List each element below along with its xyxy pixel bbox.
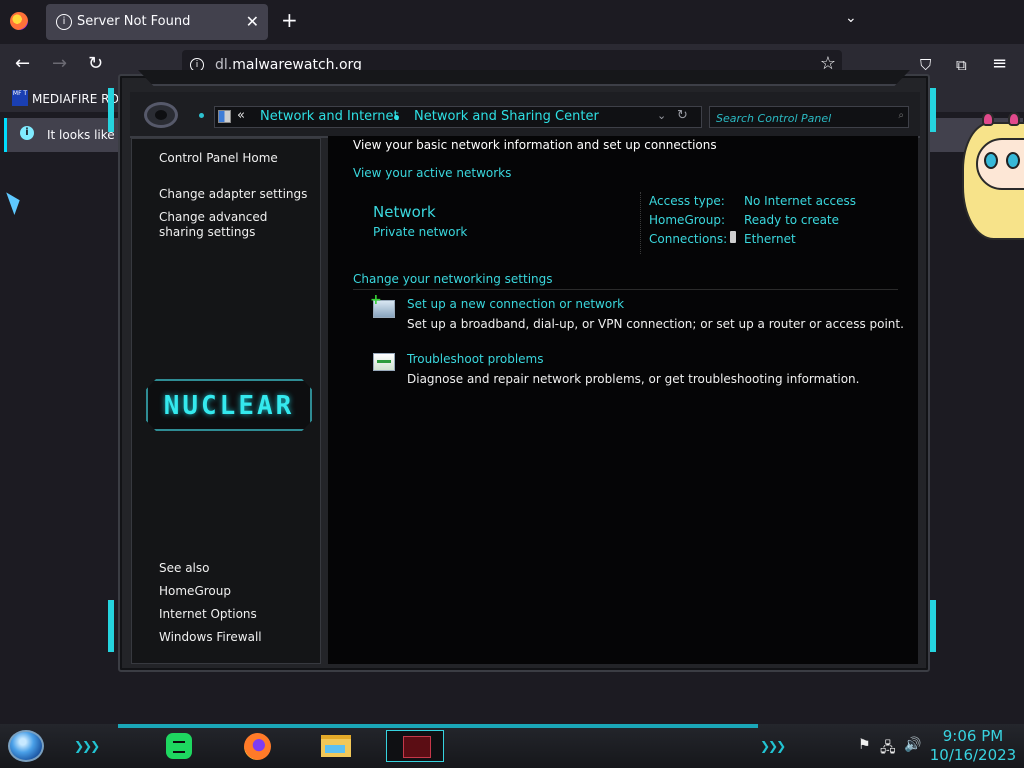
- sticker-eye: [984, 152, 998, 169]
- control-panel-icon: [218, 110, 231, 123]
- network-type-link[interactable]: Private network: [373, 225, 467, 239]
- folder-icon: [321, 735, 351, 757]
- sticker-horn: [1008, 112, 1020, 126]
- firefox-view-icon[interactable]: [10, 12, 28, 30]
- close-tab-icon[interactable]: ✕: [246, 12, 259, 31]
- nuclear-logo-text: NUCLEAR: [163, 391, 295, 421]
- tab-title: Server Not Found: [77, 14, 191, 29]
- breadcrumb-network-and-internet[interactable]: Network and Internet: [260, 109, 399, 124]
- troubleshoot-description: Diagnose and repair network problems, or…: [407, 372, 860, 386]
- back-forward-orb-icon[interactable]: [144, 102, 178, 128]
- active-networks-heading: View your active networks: [353, 166, 512, 180]
- taskbar-chevron-deco-icon: ❯❯❯: [760, 739, 786, 753]
- cursor-icon: [6, 189, 24, 215]
- reload-button[interactable]: ↻: [88, 55, 103, 73]
- page-title: View your basic network information and …: [353, 138, 717, 152]
- connections-label: Connections:: [649, 232, 728, 246]
- setup-connection-description: Set up a broadband, dial-up, or VPN conn…: [407, 317, 904, 331]
- divider: [640, 192, 642, 254]
- see-also-internet-options[interactable]: Internet Options: [159, 607, 309, 622]
- new-connection-icon: [370, 292, 395, 318]
- extensions-icon[interactable]: ⧉: [956, 56, 967, 74]
- see-also-windows-firewall[interactable]: Windows Firewall: [159, 630, 309, 645]
- breadcrumb-separator-icon[interactable]: [394, 115, 399, 120]
- search-input[interactable]: [710, 107, 898, 129]
- nav-control-panel-home[interactable]: Control Panel Home: [159, 151, 309, 166]
- homegroup-label: HomeGroup:: [649, 213, 726, 227]
- breadcrumb-network-and-sharing-center[interactable]: Network and Sharing Center: [414, 109, 599, 124]
- ethernet-icon: [730, 231, 736, 243]
- troubleshoot-link[interactable]: Troubleshoot problems: [407, 352, 543, 366]
- access-type-value: No Internet access: [744, 194, 857, 208]
- clock-time[interactable]: 9:06 PM: [931, 727, 1015, 745]
- address-dropdown-icon[interactable]: ⌄: [657, 109, 666, 122]
- menu-icon[interactable]: ≡: [992, 55, 1007, 73]
- search-box[interactable]: ⌕: [709, 106, 909, 129]
- nav-change-adapter-settings[interactable]: Change adapter settings: [159, 187, 309, 202]
- window-top-edge[interactable]: [138, 70, 910, 86]
- window-thumbnail-icon: [403, 736, 431, 758]
- network-name: Network: [373, 203, 436, 221]
- frame-deco-left-bottom: [108, 600, 114, 652]
- frame-deco-right-top: [930, 88, 936, 132]
- tab-server-not-found[interactable]: i Server Not Found ✕: [46, 4, 268, 40]
- sticker-horn: [982, 112, 994, 126]
- list-all-tabs-button[interactable]: ⌄: [845, 10, 857, 26]
- clock-date[interactable]: 10/16/2023: [928, 746, 1018, 764]
- frame-deco-right-bottom: [930, 600, 936, 652]
- homegroup-value-link[interactable]: Ready to create: [744, 213, 839, 227]
- access-type-label: Access type:: [649, 194, 725, 208]
- nuclear-logo: NUCLEAR: [146, 379, 312, 431]
- start-button[interactable]: [8, 730, 44, 762]
- nav-change-advanced-sharing-settings[interactable]: Change advanced sharing settings: [159, 210, 309, 240]
- breadcrumb-overflow-icon[interactable]: «: [237, 108, 245, 123]
- taskbar-accent: [118, 724, 758, 728]
- character-sticker: [962, 112, 1024, 240]
- sticker-eye: [1006, 152, 1020, 169]
- tab-bar: i Server Not Found ✕ + ⌄: [0, 0, 1024, 44]
- mediafire-favicon: MF T: [12, 90, 28, 106]
- frame-deco-left-top: [108, 88, 114, 132]
- divider: [353, 289, 898, 290]
- bookmark-mediafire[interactable]: MEDIAFIRE RO: [32, 92, 119, 106]
- taskbar-spotify[interactable]: [152, 730, 210, 762]
- taskbar-firefox[interactable]: [230, 730, 288, 762]
- info-icon: i: [20, 126, 34, 140]
- taskbar-active-window[interactable]: [386, 730, 444, 762]
- volume-icon[interactable]: 🔊: [904, 737, 921, 753]
- refresh-icon[interactable]: ↻: [677, 108, 688, 123]
- taskbar-chevron-deco-icon: ❯❯❯: [74, 739, 100, 753]
- breadcrumb-dot-icon: [199, 113, 204, 118]
- troubleshoot-icon: [373, 353, 395, 371]
- ethernet-connection-link[interactable]: Ethernet: [744, 232, 796, 246]
- firefox-icon: [244, 733, 271, 760]
- spotify-icon: [166, 733, 192, 759]
- main-content: View your basic network information and …: [328, 136, 918, 664]
- network-tray-icon[interactable]: 🖧: [880, 737, 896, 761]
- networking-settings-heading: Change your networking settings: [353, 272, 553, 286]
- see-also-homegroup[interactable]: HomeGroup: [159, 584, 309, 599]
- action-center-flag-icon[interactable]: ⚑: [858, 737, 871, 753]
- back-button[interactable]: ←: [15, 55, 30, 73]
- taskbar-file-explorer[interactable]: [308, 730, 366, 762]
- info-icon: i: [56, 14, 72, 30]
- navigation-pane: Control Panel Home Change adapter settin…: [131, 138, 321, 664]
- network-sharing-center-window: « Network and Internet Network and Shari…: [108, 70, 940, 676]
- forward-button[interactable]: →: [52, 55, 67, 73]
- search-icon[interactable]: ⌕: [898, 110, 904, 121]
- new-tab-button[interactable]: +: [281, 10, 298, 30]
- see-also-heading: See also: [159, 561, 210, 575]
- setup-connection-link[interactable]: Set up a new connection or network: [407, 297, 624, 311]
- address-bar[interactable]: « Network and Internet Network and Shari…: [214, 106, 702, 128]
